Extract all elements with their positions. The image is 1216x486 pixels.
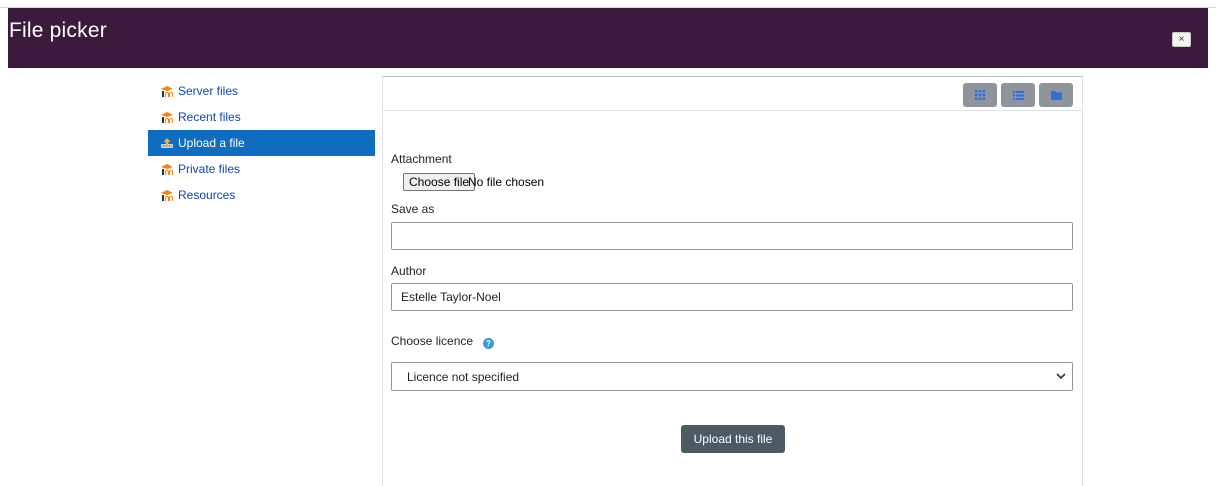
upload-this-file-button[interactable]: Upload this file xyxy=(681,425,785,453)
sidebar-item-resources[interactable]: Resources xyxy=(148,182,375,208)
view-list-button[interactable] xyxy=(1001,83,1035,107)
moodle-icon xyxy=(160,189,174,201)
close-icon: × xyxy=(1178,33,1185,45)
licence-label: Choose licence xyxy=(391,334,474,348)
help-icon[interactable]: ? xyxy=(483,338,494,349)
sidebar-item-server-files[interactable]: Server files xyxy=(148,78,375,104)
moodle-icon xyxy=(160,163,174,175)
repository-sidebar: Server files Recent files Upload a file … xyxy=(148,78,375,208)
save-as-label: Save as xyxy=(391,202,435,216)
list-icon xyxy=(1012,90,1024,100)
close-button[interactable]: × xyxy=(1172,32,1191,47)
sidebar-item-recent-files[interactable]: Recent files xyxy=(148,104,375,130)
choose-file-button[interactable]: Choose file xyxy=(403,173,476,191)
sidebar-item-label: Recent files xyxy=(178,110,241,124)
toolbar-divider xyxy=(383,110,1082,111)
sidebar-item-private-files[interactable]: Private files xyxy=(148,156,375,182)
attachment-label: Attachment xyxy=(391,152,452,166)
moodle-icon xyxy=(160,111,174,123)
view-icons-button[interactable] xyxy=(963,83,997,107)
licence-selected-value: Licence not specified xyxy=(407,369,520,384)
sidebar-item-label: Resources xyxy=(178,188,236,202)
sidebar-item-upload-a-file[interactable]: Upload a file xyxy=(148,130,375,156)
upload-icon xyxy=(160,137,174,149)
upload-panel: Attachment Choose file No file chosen Sa… xyxy=(382,76,1083,486)
sidebar-item-label: Upload a file xyxy=(178,136,245,150)
save-as-input[interactable] xyxy=(391,222,1073,250)
no-file-status: No file chosen xyxy=(468,175,545,189)
chevron-down-icon xyxy=(1056,373,1066,380)
dialog-title: File picker xyxy=(9,19,107,42)
licence-select[interactable]: Licence not specified xyxy=(391,362,1073,391)
author-input[interactable]: Estelle Taylor-Noel xyxy=(391,283,1073,311)
sidebar-item-label: Server files xyxy=(178,84,239,98)
moodle-icon xyxy=(160,85,174,97)
file-picker-header: File picker × xyxy=(8,8,1208,68)
grid-icon xyxy=(975,90,985,100)
author-label: Author xyxy=(391,264,427,278)
sidebar-item-label: Private files xyxy=(178,162,241,176)
folder-icon xyxy=(1050,90,1062,100)
view-tree-button[interactable] xyxy=(1039,83,1073,107)
